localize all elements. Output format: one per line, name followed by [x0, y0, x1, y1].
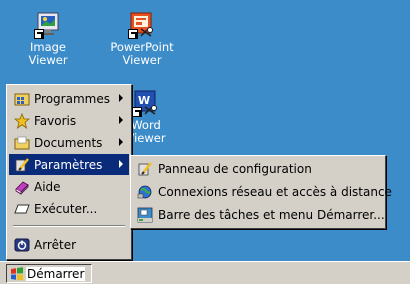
desktop-icon-label: PowerPoint Viewer: [110, 40, 174, 67]
menu-item-parametres[interactable]: Paramètres: [9, 154, 129, 175]
menu-item-label: Programmes: [34, 91, 110, 106]
menu-item-label: Favoris: [34, 113, 77, 128]
submenu-item-label: Panneau de configuration: [158, 162, 312, 176]
start-button-label: Démarrer: [26, 266, 86, 281]
menu-item-arreter[interactable]: Arrêter: [9, 234, 129, 255]
settings-icon: [14, 157, 30, 173]
submenu-arrow-icon: [119, 160, 123, 168]
powerpoint-viewer-icon: [128, 12, 155, 39]
svg-text:W: W: [138, 94, 150, 107]
documents-folder-icon: [14, 135, 30, 151]
desktop-icon-image-viewer[interactable]: Image Viewer: [10, 12, 86, 67]
word-viewer-icon: W: [132, 90, 159, 117]
menu-item-label: Arrêter: [34, 237, 77, 252]
menu-item-label: Paramètres: [34, 157, 103, 172]
start-menu: Programmes Favoris Documents Paramètres …: [6, 84, 132, 260]
submenu-item-label: Connexions réseau et accès à distance: [158, 185, 392, 199]
network-connections-icon: [137, 184, 153, 200]
submenu-arrow-icon: [119, 138, 123, 146]
shutdown-icon: [14, 237, 30, 253]
menu-item-aide[interactable]: Aide: [9, 176, 129, 197]
menu-item-label: Aide: [34, 179, 61, 194]
submenu-item-panneau-de-configuration[interactable]: Panneau de configuration: [133, 158, 383, 180]
settings-submenu: Panneau de configuration Connexions rése…: [130, 155, 392, 229]
desktop-icon-powerpoint-viewer[interactable]: PowerPoint Viewer: [104, 12, 180, 67]
menu-item-favoris[interactable]: Favoris: [9, 110, 129, 131]
favorites-star-icon: [13, 112, 31, 129]
help-book-icon: [14, 179, 30, 195]
submenu-item-label: Barre des tâches et menu Démarrer...: [158, 208, 385, 222]
shortcut-arrow-icon: [132, 107, 142, 117]
shortcut-arrow-icon: [128, 29, 138, 39]
start-button[interactable]: Démarrer: [6, 264, 92, 283]
run-icon: [14, 201, 30, 217]
screen: Image Viewer PowerPoint Viewer W Word Vi…: [0, 0, 410, 284]
menu-separator: [13, 225, 125, 227]
submenu-arrow-icon: [119, 116, 123, 124]
taskbar: Démarrer: [0, 261, 410, 284]
control-panel-icon: [137, 161, 153, 177]
menu-item-label: Documents: [34, 135, 103, 150]
menu-item-label: Exécuter...: [34, 201, 98, 216]
submenu-arrow-icon: [119, 94, 123, 102]
windows-flag-icon: [10, 266, 24, 281]
shortcut-arrow-icon: [34, 29, 44, 39]
menu-item-programmes[interactable]: Programmes: [9, 88, 129, 109]
menu-item-executer[interactable]: Exécuter...: [9, 198, 129, 219]
submenu-item-barre-des-taches[interactable]: Barre des tâches et menu Démarrer...: [133, 204, 385, 226]
image-viewer-icon: [34, 12, 61, 39]
desktop-icon-label: Image Viewer: [28, 40, 68, 67]
programs-folder-icon: [14, 91, 30, 107]
taskbar-icon: [137, 207, 153, 223]
submenu-item-connexions-reseau[interactable]: Connexions réseau et accès à distance: [133, 181, 392, 203]
menu-item-documents[interactable]: Documents: [9, 132, 129, 153]
